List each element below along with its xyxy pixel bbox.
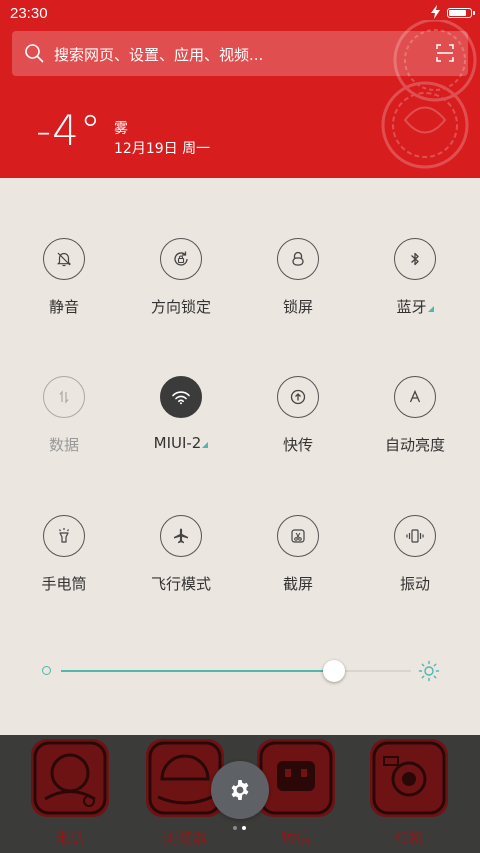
- toggle-screenshot-button[interactable]: [277, 515, 319, 557]
- page-dot: [242, 826, 246, 830]
- messages-app-icon[interactable]: [257, 739, 335, 817]
- lock-icon: [292, 251, 304, 266]
- toggle-bluetooth-button[interactable]: [394, 238, 436, 280]
- toggle-quick-transfer-button[interactable]: [277, 376, 319, 418]
- status-bar: 23:30: [0, 0, 480, 26]
- dock: 电话 浏览器 短信 相机: [0, 735, 480, 853]
- toggle-label: 静音: [48, 298, 79, 316]
- toggle-lock-screen-button[interactable]: [277, 238, 319, 280]
- data-arrows-icon: [59, 390, 69, 404]
- toggle-airplane[interactable]: 飞行模式: [127, 515, 237, 635]
- toggle-wifi-button[interactable]: [160, 376, 202, 418]
- weather-condition: 雾: [114, 121, 128, 137]
- toggle-bluetooth[interactable]: 蓝牙: [361, 238, 471, 358]
- battery-fill: [449, 10, 467, 16]
- bluetooth-icon: [411, 252, 419, 266]
- toggle-mobile-data-button[interactable]: [43, 376, 85, 418]
- toggle-silent[interactable]: 静音: [10, 238, 120, 358]
- toggle-label-text: 蓝牙: [396, 298, 427, 316]
- brightness-thumb[interactable]: [323, 660, 345, 682]
- camera-app-icon[interactable]: [370, 739, 448, 817]
- vibrate-icon: [406, 529, 424, 543]
- brightness-fill: [61, 670, 334, 672]
- dock-app-label: 相机: [393, 829, 424, 847]
- toggle-label: 数据: [48, 436, 79, 454]
- page-dot: [233, 826, 237, 830]
- toggle-label: 飞行模式: [150, 575, 211, 593]
- more-options-caret-icon: [202, 442, 209, 448]
- quick-toggle-grid: 静音 方向锁定 锁屏 蓝牙 数据 MIUI-2 快传 自动亮度 手电筒 飞行模式…: [0, 178, 480, 735]
- toggle-lock-screen[interactable]: 锁屏: [244, 238, 354, 358]
- toggle-vibrate[interactable]: 振动: [361, 515, 471, 635]
- dock-app-camera[interactable]: 相机: [359, 739, 459, 849]
- auto-brightness-icon: [409, 389, 421, 403]
- toggle-label: MIUI-2: [127, 434, 235, 452]
- quick-transfer-icon: [290, 389, 306, 405]
- toggle-label: 手电筒: [41, 575, 87, 593]
- brightness-high-sun-icon: [418, 660, 440, 682]
- weather-date: 12月19日 周一: [114, 141, 211, 157]
- toggle-wifi[interactable]: MIUI-2: [127, 376, 237, 496]
- brightness-slider[interactable]: [40, 656, 440, 686]
- bell-mute-icon: [56, 252, 72, 267]
- search-icon: [25, 44, 44, 63]
- scan-icon[interactable]: [436, 44, 454, 62]
- brightness-low-icon: [42, 666, 51, 675]
- gear-icon: [231, 780, 249, 800]
- search-input[interactable]: 搜索网页、设置、应用、视频...: [12, 31, 468, 76]
- toggle-mobile-data[interactable]: 数据: [10, 376, 120, 496]
- screenshot-icon: [291, 529, 305, 543]
- toggle-label: 自动亮度: [384, 436, 445, 454]
- toggle-auto-brightness-button[interactable]: [394, 376, 436, 418]
- brightness-track[interactable]: [61, 660, 411, 682]
- toggle-label: 振动: [399, 575, 430, 593]
- page-indicator: [233, 826, 253, 832]
- search-placeholder: 搜索网页、设置、应用、视频...: [54, 46, 264, 64]
- phone-app-icon[interactable]: [31, 739, 109, 817]
- toggle-label: 方向锁定: [150, 298, 211, 316]
- toggle-label-text: MIUI-2: [153, 434, 202, 452]
- airplane-icon: [174, 528, 188, 544]
- status-time: 23:30: [10, 5, 48, 22]
- rotation-lock-icon: [174, 251, 188, 266]
- dock-app-label: 短信: [280, 829, 311, 847]
- dock-app-label: 电话: [54, 829, 85, 847]
- battery-icon: [447, 8, 475, 18]
- toggle-flashlight-button[interactable]: [43, 515, 85, 557]
- flashlight-icon: [59, 528, 69, 543]
- dock-app-phone[interactable]: 电话: [20, 739, 120, 849]
- toggle-rotation-lock[interactable]: 方向锁定: [127, 238, 237, 358]
- dock-app-label: 浏览器: [162, 829, 208, 847]
- toggle-quick-transfer[interactable]: 快传: [244, 376, 354, 496]
- toggle-flashlight[interactable]: 手电筒: [10, 515, 120, 635]
- toggle-screenshot[interactable]: 截屏: [244, 515, 354, 635]
- toggle-label: 截屏: [282, 575, 313, 593]
- toggle-label: 锁屏: [282, 298, 313, 316]
- header: 23:30 搜索网页、设置、应用、视频... -4° 雾 12月19日 周一: [0, 0, 480, 178]
- toggle-vibrate-button[interactable]: [394, 515, 436, 557]
- toggle-silent-button[interactable]: [43, 238, 85, 280]
- toggle-label: 快传: [282, 436, 313, 454]
- weather-temperature[interactable]: -4°: [36, 110, 102, 152]
- settings-button[interactable]: [211, 761, 269, 819]
- more-options-caret-icon: [427, 306, 434, 312]
- bolt-icon: [431, 5, 440, 19]
- toggle-auto-brightness[interactable]: 自动亮度: [361, 376, 471, 496]
- toggle-label: 蓝牙: [361, 296, 469, 317]
- toggle-rotation-lock-button[interactable]: [160, 238, 202, 280]
- toggle-airplane-button[interactable]: [160, 515, 202, 557]
- wifi-icon: [172, 391, 190, 405]
